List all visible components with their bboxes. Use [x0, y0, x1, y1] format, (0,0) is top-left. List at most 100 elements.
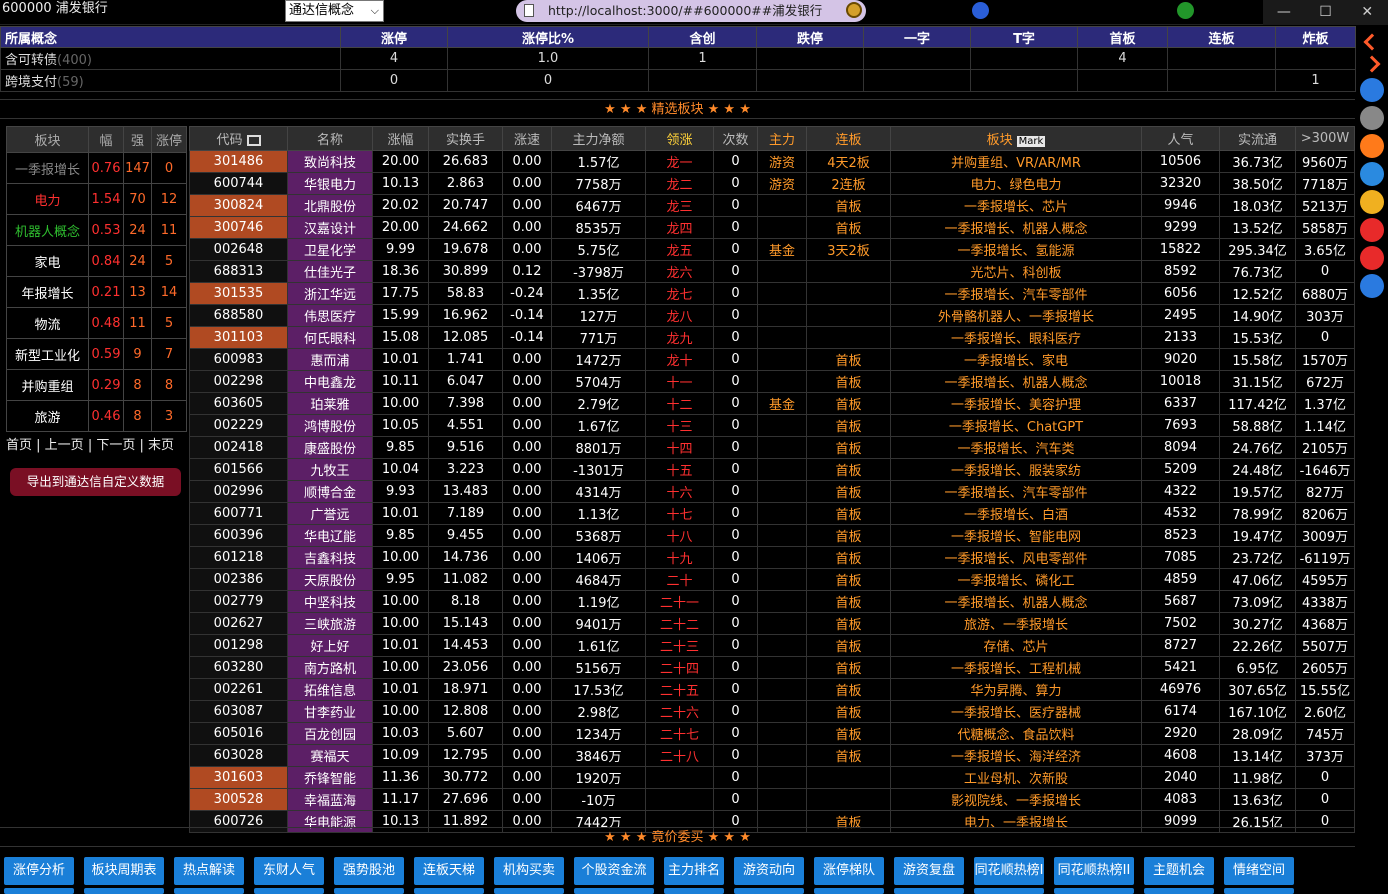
stock-header[interactable]: 名称	[287, 126, 373, 151]
sector-row[interactable]: 电力 1.54 70 12	[6, 183, 187, 215]
stock-bk[interactable]: 一季报增长、医疗器械	[890, 700, 1142, 723]
bottom-button-11[interactable]: 游资复盘	[894, 857, 964, 885]
stock-header[interactable]: 实换手	[428, 126, 503, 151]
stock-code[interactable]: 002648	[189, 238, 288, 261]
stock-code[interactable]: 300528	[189, 788, 288, 811]
sector-name[interactable]: 家电	[6, 245, 89, 277]
table-row[interactable]: 600396 华电辽能 9.85 9.455 0.00 5368万 十八 0 首板 一季报增长、智…	[189, 524, 1355, 547]
stock-bk[interactable]: 代糖概念、食品饮料	[890, 722, 1142, 745]
table-row[interactable]: 002627 三峡旅游 10.00 15.143 0.00 9401万 二十二 0 首板 旅游、一…	[189, 612, 1355, 635]
table-row[interactable]: 603028 赛福天 10.09 12.795 0.00 3846万 二十八 0 首板 一季报增长…	[189, 744, 1355, 767]
sector-name[interactable]: 旅游	[6, 400, 89, 432]
table-row[interactable]: 002648 卫星化学 9.99 19.678 0.00 5.75亿 龙五 0 基金 3天2板 一季…	[189, 238, 1355, 261]
concept-header[interactable]: 跌停	[756, 26, 864, 48]
concept-header[interactable]: 所属概念	[0, 26, 341, 48]
bottom-button-2[interactable]: 热点解读	[174, 857, 244, 885]
table-row[interactable]: 002298 中电鑫龙 10.11 6.047 0.00 5704万 十一 0 首板 一季报增长、…	[189, 370, 1355, 393]
stock-bk[interactable]: 一季报增长、磷化工	[890, 568, 1142, 591]
stock-name[interactable]: 卫星化学	[287, 238, 373, 261]
stock-name[interactable]: 华电辽能	[287, 524, 373, 547]
sector-header[interactable]: 板块	[6, 126, 89, 153]
stock-bk[interactable]: 一季报增长、眼科医疗	[890, 326, 1142, 349]
export-tdx-button[interactable]: 导出到通达信自定义数据	[10, 468, 181, 496]
stock-code[interactable]: 600396	[189, 524, 288, 547]
stock-bk[interactable]: 工业母机、次新股	[890, 766, 1142, 789]
stock-header[interactable]: 次数	[713, 126, 758, 151]
stock-header[interactable]: 主力	[757, 126, 807, 151]
stock-code[interactable]: 001298	[189, 634, 288, 657]
table-row[interactable]: 603605 珀莱雅 10.00 7.398 0.00 2.79亿 十二 0 基金 首板 一季报增长…	[189, 392, 1355, 415]
stock-bk[interactable]: 一季报增长、汽车零部件	[890, 480, 1142, 503]
stock-name[interactable]: 吉鑫科技	[287, 546, 373, 569]
bottom-button-row2-6[interactable]	[494, 888, 564, 894]
bottom-button-row2-11[interactable]	[894, 888, 964, 894]
stock-name[interactable]: 拓维信息	[287, 678, 373, 701]
stock-name[interactable]: 百龙创园	[287, 722, 373, 745]
stock-code[interactable]: 300746	[189, 216, 288, 239]
stock-header[interactable]: 板块 Mark	[890, 126, 1142, 151]
extension-icon[interactable]	[1177, 2, 1194, 19]
stock-name[interactable]: 浙江华远	[287, 282, 373, 305]
stock-code[interactable]: 301535	[189, 282, 288, 305]
table-row[interactable]: 301603 乔锋智能 11.36 30.772 0.00 1920万 0 工业母机、次新股 2…	[189, 766, 1355, 789]
bottom-button-row2-13[interactable]	[1054, 888, 1134, 894]
table-row[interactable]: 600744 华银电力 10.13 2.863 0.00 7758万 龙二 0 游资 2连板 电力、…	[189, 172, 1355, 195]
stock-bk[interactable]: 一季报增长、风电零部件	[890, 546, 1142, 569]
bottom-button-row2-8[interactable]	[664, 888, 724, 894]
bottom-button-row2-12[interactable]	[974, 888, 1044, 894]
url-bar[interactable]: http://localhost:3000/##600000##浦发银行	[516, 0, 866, 22]
sector-header[interactable]: 强	[123, 126, 152, 153]
bottom-button-13[interactable]: 同花顺热榜II	[1054, 857, 1134, 885]
stock-bk[interactable]: 一季报增长、机器人概念	[890, 370, 1142, 393]
stock-code[interactable]: 002418	[189, 436, 288, 459]
table-row[interactable]: 002779 中坚科技 10.00 8.18 0.00 1.19亿 二十一 0 首板 一季报增长、…	[189, 590, 1355, 613]
table-row[interactable]: 301486 致尚科技 20.00 26.683 0.00 1.57亿 龙一 0 游资 4天2板并…	[189, 150, 1355, 173]
stock-name[interactable]: 广誉远	[287, 502, 373, 525]
stock-header[interactable]: 实流通	[1219, 126, 1296, 151]
concept-row[interactable]: 含可转债(400) 4 1.0 1 4	[0, 47, 1356, 70]
stock-bk[interactable]: 并购重组、VR/AR/MR	[890, 150, 1142, 173]
stock-bk[interactable]: 光芯片、科创板	[890, 260, 1142, 283]
bottom-button-row2-10[interactable]	[814, 888, 884, 894]
bottom-button-1[interactable]: 板块周期表	[84, 857, 164, 885]
stock-name[interactable]: 伟思医疗	[287, 304, 373, 327]
sector-row[interactable]: 旅游 0.46 8 3	[6, 400, 187, 432]
stock-bk[interactable]: 一季报增长、机器人概念	[890, 216, 1142, 239]
stock-code[interactable]: 601566	[189, 458, 288, 481]
stock-code[interactable]: 688313	[189, 260, 288, 283]
concept-header[interactable]: T字	[970, 26, 1078, 48]
share-icon[interactable]	[246, 135, 261, 146]
table-row[interactable]: 600771 广誉远 10.01 7.189 0.00 1.13亿 十七 0 首板 一季报增长、白…	[189, 502, 1355, 525]
table-row[interactable]: 603087 甘李药业 10.00 12.808 0.00 2.98亿 二十六 0 首板 一季报增…	[189, 700, 1355, 723]
sector-name[interactable]: 并购重组	[6, 369, 89, 401]
maximize-button[interactable]: ☐	[1305, 0, 1347, 25]
bottom-button-6[interactable]: 机构买卖	[494, 857, 564, 885]
sector-row[interactable]: 家电 0.84 24 5	[6, 245, 187, 277]
bottom-button-4[interactable]: 强势股池	[334, 857, 404, 885]
stock-bk[interactable]: 一季报增长、美容护理	[890, 392, 1142, 415]
concept-name-cell[interactable]: 含可转债(400)	[0, 47, 341, 70]
sector-name[interactable]: 年报增长	[6, 276, 89, 308]
table-row[interactable]: 605016 百龙创园 10.03 5.607 0.00 1234万 二十七 0 首板 代糖概念、…	[189, 722, 1355, 745]
sector-name[interactable]: 新型工业化	[6, 338, 89, 370]
table-row[interactable]: 002996 顺博合金 9.93 13.483 0.00 4314万 十六 0 首板 一季报增长、…	[189, 480, 1355, 503]
bottom-button-row2-4[interactable]	[334, 888, 404, 894]
bottom-button-row2-0[interactable]	[4, 888, 74, 894]
bottom-button-row2-2[interactable]	[174, 888, 244, 894]
stock-code[interactable]: 002779	[189, 590, 288, 613]
table-row[interactable]: 688313 仕佳光子 18.36 30.899 0.12 -3798万 龙六 0 光芯片、科创…	[189, 260, 1355, 283]
concept-row[interactable]: 跨境支付(59) 0 0 1	[0, 69, 1356, 92]
stock-bk[interactable]: 一季报增长、智能电网	[890, 524, 1142, 547]
stock-name[interactable]: 天原股份	[287, 568, 373, 591]
concept-header[interactable]: 首板	[1077, 26, 1168, 48]
home-icon[interactable]	[1360, 218, 1384, 242]
bottom-button-row2-5[interactable]	[414, 888, 484, 894]
stock-name[interactable]: 中电鑫龙	[287, 370, 373, 393]
sector-row[interactable]: 一季报增长 0.76 147 0	[6, 152, 187, 184]
table-row[interactable]: 001298 好上好 10.01 14.453 0.00 1.61亿 二十三 0 首板 存储、芯片…	[189, 634, 1355, 657]
stock-name[interactable]: 三峡旅游	[287, 612, 373, 635]
table-row[interactable]: 300746 汉嘉设计 20.00 24.662 0.00 8535万 龙四 0 首板 一季报增长…	[189, 216, 1355, 239]
stock-code[interactable]: 603605	[189, 392, 288, 415]
bottom-button-15[interactable]: 情绪空间	[1224, 857, 1294, 885]
stock-bk[interactable]: 一季报增长、机器人概念	[890, 590, 1142, 613]
